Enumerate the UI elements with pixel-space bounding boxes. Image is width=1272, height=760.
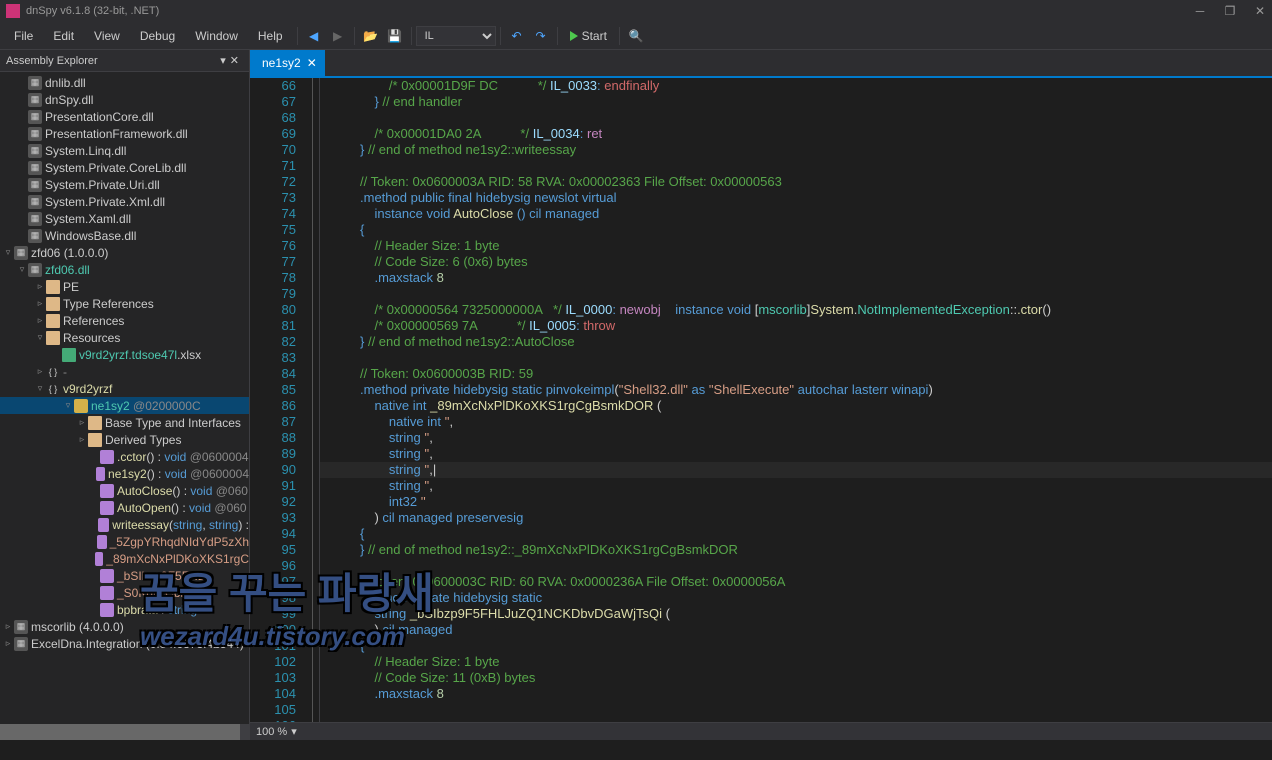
explorer-close-icon[interactable]: ✕ [226, 54, 243, 67]
tree-item[interactable]: _5ZgpYRhqdNIdYdP5zXh [0, 533, 249, 550]
tree-item[interactable]: PresentationCore.dll [0, 108, 249, 125]
language-select[interactable]: IL [416, 26, 496, 46]
tree-item[interactable]: _bSIbzp9F5FHL [0, 567, 249, 584]
tree-item[interactable]: bpbrata : string [0, 601, 249, 618]
tree-item[interactable]: ▹References [0, 312, 249, 329]
tree-item[interactable]: PresentationFramework.dll [0, 125, 249, 142]
tree-item[interactable]: _89mXcNxPlDKoXKS1rgC [0, 550, 249, 567]
window-title: dnSpy v6.1.8 (32-bit, .NET) [26, 5, 1194, 17]
app-icon [6, 4, 20, 18]
menu-debug[interactable]: Debug [130, 25, 185, 47]
tree-item[interactable]: System.Linq.dll [0, 142, 249, 159]
tree-item[interactable]: ▹Base Type and Interfaces [0, 414, 249, 431]
tree-item[interactable]: writeessay(string, string) : [0, 516, 249, 533]
tab-close-icon[interactable]: ✕ [307, 56, 317, 70]
close-button[interactable]: ✕ [1254, 4, 1266, 18]
tree-item[interactable]: dnSpy.dll [0, 91, 249, 108]
tree-item[interactable]: v9rd2yrzf.tdsoe47l.xlsx [0, 346, 249, 363]
tree-hscroll[interactable] [0, 724, 249, 740]
menu-view[interactable]: View [84, 25, 130, 47]
tree-item[interactable]: _S0KqErCbHJ0 [0, 584, 249, 601]
tree-item[interactable]: ▿v9rd2yrzf [0, 380, 249, 397]
menu-help[interactable]: Help [248, 25, 293, 47]
tree-item[interactable]: AutoClose() : void @060 [0, 482, 249, 499]
tree-item[interactable]: ▿zfd06.dll [0, 261, 249, 278]
tree-item[interactable]: ▹Type References [0, 295, 249, 312]
zoom-dropdown-icon[interactable]: ▾ [291, 725, 297, 738]
tree-item[interactable]: System.Private.Uri.dll [0, 176, 249, 193]
save-icon[interactable]: 💾 [385, 26, 405, 46]
tree-item[interactable]: WindowsBase.dll [0, 227, 249, 244]
tree-item[interactable]: ▹ExcelDna.Integration (0.34.6373.42344) [0, 635, 249, 652]
menu-window[interactable]: Window [185, 25, 248, 47]
open-icon[interactable]: 📂 [361, 26, 381, 46]
tree-item[interactable]: ▹- [0, 363, 249, 380]
zoom-level[interactable]: 100 % [256, 726, 287, 738]
tree-item[interactable]: ▿Resources [0, 329, 249, 346]
maximize-button[interactable]: ❐ [1224, 4, 1236, 18]
tree-item[interactable]: System.Xaml.dll [0, 210, 249, 227]
tree-item[interactable]: ne1sy2() : void @0600004 [0, 465, 249, 482]
menubar: File Edit View Debug Window Help ◀ ▶ 📂 💾… [0, 22, 1272, 50]
tree-item[interactable]: .cctor() : void @0600004 [0, 448, 249, 465]
minimize-button[interactable]: ─ [1194, 4, 1206, 18]
tree-item[interactable]: System.Private.CoreLib.dll [0, 159, 249, 176]
tree-item[interactable]: ▹Derived Types [0, 431, 249, 448]
nav-fwd-icon[interactable]: ▶ [328, 26, 348, 46]
undo-icon[interactable]: ↶ [507, 26, 527, 46]
tab-ne1sy2[interactable]: ne1sy2 ✕ [250, 50, 325, 76]
assembly-tree[interactable]: dnlib.dlldnSpy.dllPresentationCore.dllPr… [0, 72, 249, 724]
tree-item[interactable]: System.Private.Xml.dll [0, 193, 249, 210]
menu-edit[interactable]: Edit [43, 25, 84, 47]
nav-back-icon[interactable]: ◀ [304, 26, 324, 46]
explorer-title: Assembly Explorer [6, 55, 220, 67]
tree-item[interactable]: ▹PE [0, 278, 249, 295]
tree-item[interactable]: AutoOpen() : void @060 [0, 499, 249, 516]
tree-item[interactable]: dnlib.dll [0, 74, 249, 91]
start-button[interactable]: Start [562, 29, 615, 43]
play-icon [570, 31, 578, 41]
tree-item[interactable]: ▿ne1sy2 @0200000C [0, 397, 249, 414]
tree-item[interactable]: ▿zfd06 (1.0.0.0) [0, 244, 249, 261]
code-editor[interactable]: 66 /* 0x00001D9F DC */ IL_0033: endfinal… [250, 78, 1272, 722]
search-icon[interactable]: 🔍 [626, 26, 646, 46]
menu-file[interactable]: File [4, 25, 43, 47]
redo-icon[interactable]: ↷ [531, 26, 551, 46]
tree-item[interactable]: ▹mscorlib (4.0.0.0) [0, 618, 249, 635]
